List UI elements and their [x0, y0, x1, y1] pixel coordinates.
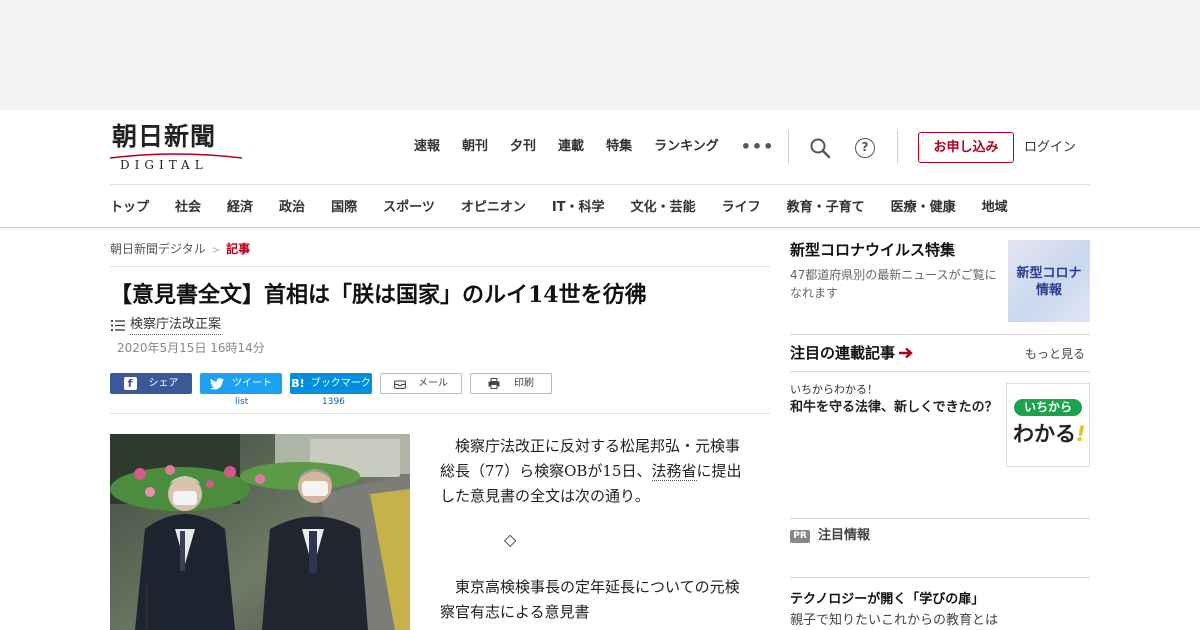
- hatena-count[interactable]: 1396: [322, 396, 345, 408]
- hatena-bookmark-label: ブックマーク: [310, 378, 371, 389]
- cat-health[interactable]: 医療・健康: [891, 199, 956, 216]
- extension-link[interactable]: 東京高検検事長の定年延長: [455, 578, 635, 596]
- breadcrumb-current: 記事: [226, 242, 251, 256]
- cat-opinion[interactable]: オピニオン: [461, 199, 526, 216]
- arrow-right-icon: [899, 347, 913, 359]
- help-icon[interactable]: ?: [853, 136, 877, 160]
- cat-economy[interactable]: 経済: [227, 199, 253, 216]
- ministry-of-justice-link[interactable]: 法務省: [651, 462, 697, 481]
- login-link[interactable]: ログイン: [1024, 139, 1076, 157]
- mail-share-label: メール: [418, 378, 448, 389]
- mail-icon: [394, 379, 406, 389]
- cat-culture[interactable]: 文化・芸能: [631, 199, 696, 216]
- article-title: 【意見書全文】首相は「朕は国家」のルイ14世を彷彿: [110, 282, 647, 308]
- pr-headline-link[interactable]: テクノロジーが開く「学びの扉」: [790, 591, 984, 609]
- corona-thumb-text: 新型コロナ 情報: [1008, 265, 1090, 299]
- cat-it-science[interactable]: IT・科学: [552, 199, 605, 216]
- corona-thumb-line2: 情報: [1035, 283, 1062, 298]
- article-paragraph: 東京高検検事長の定年延長についての元検察官有志による意見書: [440, 575, 750, 625]
- hatena-bookmark-button[interactable]: B! ブックマーク: [290, 373, 372, 394]
- category-nav: トップ 社会 経済 政治 国際 スポーツ オピニオン IT・科学 文化・芸能 ライフ 教育・子育て 医…: [110, 196, 1200, 216]
- series-thumbnail[interactable]: いちから わかる!: [1006, 383, 1090, 467]
- cat-local[interactable]: 地域: [982, 199, 1008, 216]
- cat-international[interactable]: 国際: [331, 199, 357, 216]
- article-tag[interactable]: 検察庁法改正案: [110, 316, 222, 335]
- cat-society[interactable]: 社会: [175, 199, 201, 216]
- pr-section-header: PR 注目情報: [790, 528, 870, 544]
- topnav-rensai[interactable]: 連載: [558, 138, 584, 156]
- article-tag-label[interactable]: 検察庁法改正案: [130, 316, 222, 335]
- topnav-yukan[interactable]: 夕刊: [510, 138, 536, 156]
- list-icon: [111, 320, 125, 331]
- nav-divider: [110, 184, 1090, 185]
- ichikara-pill: いちから: [1014, 399, 1082, 416]
- twitter-icon: [210, 377, 224, 390]
- article-date: 2020年5月15日 16時14分: [117, 341, 265, 355]
- featured-series-label: 注目の連載記事: [790, 344, 896, 362]
- series-headline-link[interactable]: 和牛を守る法律、新しくできたの？: [790, 399, 1000, 417]
- ad-banner: [0, 0, 1200, 110]
- see-more-link[interactable]: もっと見る: [1025, 346, 1085, 362]
- article-body-continued: 東京高検検事長の定年延長についての元検察官有志による意見書: [440, 575, 750, 625]
- wakaru-text: わかる: [1013, 422, 1076, 446]
- print-icon: [488, 378, 500, 389]
- cat-top[interactable]: トップ: [110, 199, 149, 216]
- top-nav: 速報 朝刊 夕刊 連載 特集 ランキング •••: [414, 138, 774, 156]
- topnav-sokuho[interactable]: 速報: [414, 138, 440, 156]
- sidebar-divider: [790, 577, 1090, 578]
- cat-education[interactable]: 教育・子育て: [787, 199, 865, 216]
- article-photo[interactable]: [110, 434, 410, 630]
- article-body: 検察庁法改正に反対する松尾邦弘・元検事総長（77）ら検察OBが15日、法務省に提…: [440, 434, 750, 509]
- more-menu-icon[interactable]: •••: [741, 139, 775, 155]
- featured-series-title[interactable]: 注目の連載記事: [790, 343, 914, 363]
- print-button[interactable]: 印刷: [470, 373, 552, 394]
- divider: [110, 266, 770, 267]
- site-header: 朝日新聞 DIGITAL 速報 朝刊 夕刊 連載 特集 ランキング ••• ? …: [0, 110, 1200, 228]
- breadcrumb-separator: >: [211, 245, 221, 256]
- series-kicker: いちからわかる！: [790, 383, 878, 396]
- topnav-tokushu[interactable]: 特集: [606, 138, 632, 156]
- header-divider: [788, 130, 789, 164]
- help-glyph: ?: [855, 138, 875, 158]
- cat-sports[interactable]: スポーツ: [383, 199, 435, 216]
- mail-share-button[interactable]: メール: [380, 373, 462, 394]
- site-logo[interactable]: 朝日新聞 DIGITAL: [110, 122, 242, 172]
- twitter-count[interactable]: list: [235, 396, 248, 408]
- twitter-share-button[interactable]: ツイート: [200, 373, 282, 394]
- article-photo-image: [110, 434, 410, 630]
- wakaru-logo: わかる!: [1013, 420, 1086, 448]
- print-label: 印刷: [514, 378, 534, 389]
- logo-digital: DIGITAL: [120, 158, 208, 172]
- wakaru-exclamation: !: [1076, 422, 1086, 446]
- header-divider: [897, 130, 898, 164]
- sidebar-divider: [790, 334, 1090, 335]
- sidebar-divider: [790, 371, 1090, 372]
- pr-label: 注目情報: [818, 528, 871, 543]
- corona-feature-description: 47都道府県別の最新ニュースがご覧になれます: [790, 268, 997, 300]
- facebook-share-label: シェア: [148, 378, 179, 389]
- facebook-icon: f: [123, 377, 137, 390]
- pr-badge: PR: [790, 529, 810, 543]
- divider: [110, 413, 770, 414]
- facebook-share-button[interactable]: f シェア: [110, 373, 192, 394]
- pr-subheadline: 親子で知りたいこれからの教育とは: [790, 613, 999, 628]
- sidebar-divider: [790, 518, 1090, 519]
- article-paragraph: 検察庁法改正に反対する松尾邦弘・元検事総長（77）ら検察OBが15日、法務省に提…: [440, 434, 750, 509]
- hatena-icon: B!: [291, 377, 305, 390]
- corona-feature-title[interactable]: 新型コロナウイルス特集: [790, 240, 955, 260]
- subscribe-button[interactable]: お申し込み: [918, 132, 1014, 163]
- breadcrumb-home[interactable]: 朝日新聞デジタル: [110, 242, 206, 256]
- cat-life[interactable]: ライフ: [722, 199, 761, 216]
- twitter-share-label: ツイート: [232, 378, 272, 389]
- breadcrumb: 朝日新聞デジタル > 記事: [110, 241, 250, 259]
- logo-kanji: 朝日新聞: [112, 122, 217, 151]
- section-divider-diamond: ◇: [504, 530, 517, 549]
- topnav-ranking[interactable]: ランキング: [654, 138, 719, 156]
- cat-politics[interactable]: 政治: [279, 199, 305, 216]
- corona-thumb-line1: 新型コロナ: [1016, 266, 1082, 281]
- topnav-choukan[interactable]: 朝刊: [462, 138, 488, 156]
- search-icon[interactable]: [808, 136, 832, 160]
- corona-feature-thumbnail[interactable]: 新型コロナ 情報: [1008, 240, 1090, 322]
